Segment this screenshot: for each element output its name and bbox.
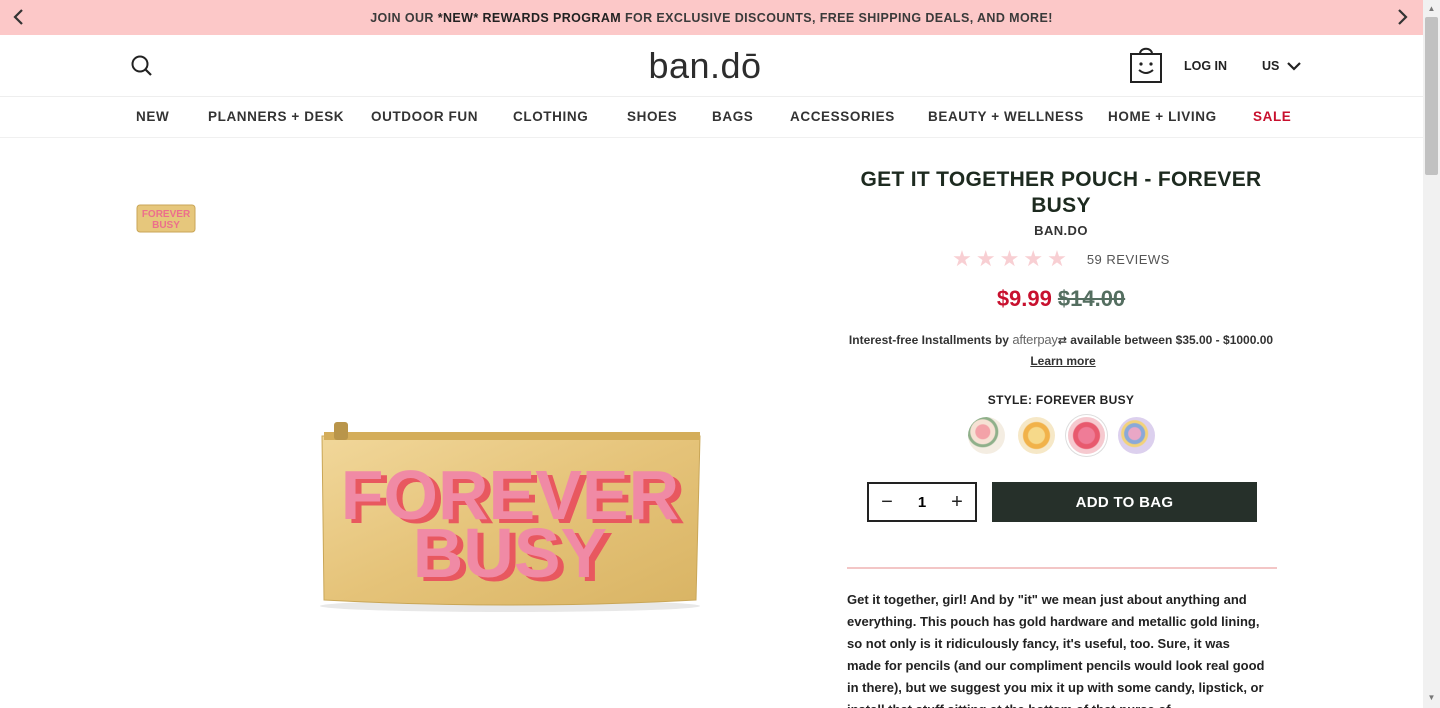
svg-text:BUSY: BUSY <box>152 220 180 231</box>
locale-selector[interactable]: US <box>1262 59 1302 73</box>
nav-item-planners-desk[interactable]: PLANNERS + DESK <box>208 109 344 124</box>
product-title: GET IT TOGETHER POUCH - FOREVER BUSY <box>860 168 1262 217</box>
original-price: $14.00 <box>1057 286 1126 311</box>
chevron-left-icon[interactable] <box>8 6 30 28</box>
promo-suffix: FOR EXCLUSIVE DISCOUNTS, FREE SHIPPING D… <box>621 10 1053 25</box>
nav-item-new[interactable]: NEW <box>136 109 169 124</box>
product-price: $9.99 $14.00 <box>846 286 1276 312</box>
site-logo[interactable]: ban.dō <box>640 43 770 89</box>
minus-icon[interactable]: − <box>877 492 897 512</box>
svg-text:BUSY: BUSY <box>413 514 607 592</box>
product-main-image[interactable]: FOREVER FOREVER BUSY BUSY <box>312 414 708 614</box>
nav-item-home-living[interactable]: HOME + LIVING <box>1108 109 1217 124</box>
quantity-stepper: − + <box>867 482 977 522</box>
nav-item-shoes[interactable]: SHOES <box>627 109 677 124</box>
swatch-forever-busy[interactable] <box>1067 417 1105 454</box>
star-icon: ★ <box>1047 246 1067 271</box>
nav-item-clothing[interactable]: CLOTHING <box>513 109 588 124</box>
purchase-controls: − + ADD TO BAG <box>867 482 1257 522</box>
locale-label: US <box>1262 59 1280 73</box>
afterpay-prefix: Interest-free Installments by <box>848 333 1009 347</box>
promo-banner: JOIN OUR *NEW* REWARDS PROGRAM FOR EXCLU… <box>0 0 1423 35</box>
chevron-down-icon <box>1287 62 1302 71</box>
chevron-right-icon[interactable] <box>1391 6 1413 28</box>
promo-highlight: *NEW* REWARDS PROGRAM <box>437 10 622 25</box>
rating-stars: ★ ★ ★ ★ ★ <box>952 248 1067 270</box>
product-rating[interactable]: ★ ★ ★ ★ ★ 59 REVIEWS <box>846 248 1276 270</box>
swatch-stay-fun[interactable] <box>1017 417 1055 454</box>
product-brand[interactable]: BAN.DO <box>846 223 1276 238</box>
site-header: ban.dō LOG IN US <box>0 35 1423 97</box>
quantity-input[interactable] <box>902 493 942 511</box>
nav-item-bags[interactable]: BAGS <box>712 109 753 124</box>
main-nav: NEW PLANNERS + DESK OUTDOOR FUN CLOTHING… <box>0 97 1423 138</box>
afterpay-arrows-icon: ⇄ <box>1057 335 1067 347</box>
afterpay-notice: Interest-free Installments by afterpay⇄ … <box>846 330 1276 371</box>
reviews-link[interactable]: 59 REVIEWS <box>1087 252 1170 267</box>
nav-item-accessories[interactable]: ACCESSORIES <box>790 109 895 124</box>
learn-more-link[interactable]: Learn more <box>1030 354 1095 368</box>
scroll-down-icon[interactable]: ▼ <box>1427 693 1436 703</box>
add-to-bag-button[interactable]: ADD TO BAG <box>992 482 1257 522</box>
divider <box>847 567 1277 569</box>
shopping-bag-icon[interactable] <box>1128 44 1164 84</box>
star-icon: ★ <box>999 246 1020 271</box>
login-link[interactable]: LOG IN <box>1184 59 1227 73</box>
afterpay-logo: afterpay <box>1012 332 1058 347</box>
star-icon: ★ <box>975 246 996 271</box>
afterpay-range: available between $35.00 - $1000.00 <box>1070 333 1274 347</box>
nav-item-sale[interactable]: SALE <box>1253 109 1291 124</box>
product-thumbnail[interactable]: FOREVER BUSY <box>136 203 196 234</box>
promo-prefix: JOIN OUR <box>370 10 438 25</box>
sale-price: $9.99 <box>996 286 1052 311</box>
star-icon: ★ <box>1023 246 1044 271</box>
star-icon: ★ <box>952 246 972 271</box>
product-info: GET IT TOGETHER POUCH - FOREVER BUSY BAN… <box>846 167 1276 454</box>
nav-item-beauty-wellness[interactable]: BEAUTY + WELLNESS <box>928 109 1084 124</box>
svg-text:FOREVER: FOREVER <box>142 209 191 220</box>
nav-item-outdoor-fun[interactable]: OUTDOOR FUN <box>371 109 478 124</box>
product-description: Get it together, girl! And by "it" we me… <box>847 592 1265 708</box>
swatch-floral[interactable] <box>967 417 1005 454</box>
scroll-up-icon[interactable]: ▲ <box>1427 4 1436 14</box>
promo-text[interactable]: JOIN OUR *NEW* REWARDS PROGRAM FOR EXCLU… <box>370 11 1053 25</box>
style-swatches <box>846 417 1276 454</box>
plus-icon[interactable]: + <box>947 492 967 512</box>
search-icon[interactable] <box>128 52 156 80</box>
swatch-floral-multi[interactable] <box>1117 417 1155 454</box>
style-label: STYLE: FOREVER BUSY <box>987 393 1135 407</box>
scrollbar-thumb[interactable] <box>1425 17 1438 175</box>
page-scrollbar[interactable]: ▲ ▼ <box>1423 0 1440 708</box>
